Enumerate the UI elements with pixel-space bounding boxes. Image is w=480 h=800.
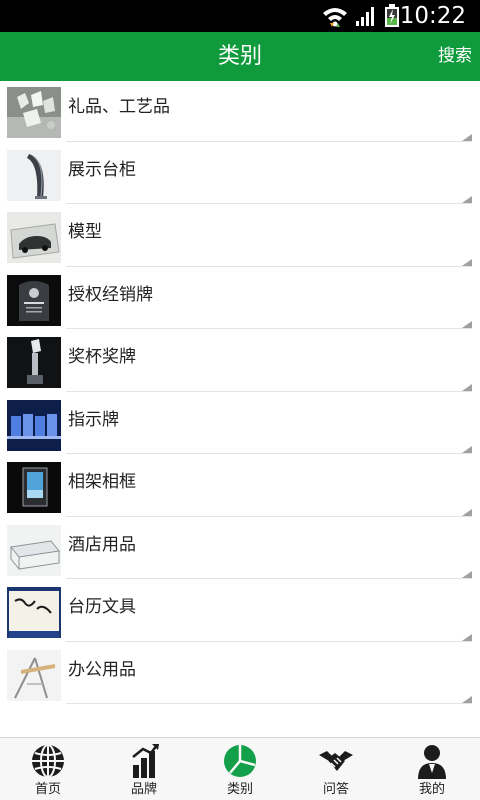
- car-model-thumbnail: [7, 212, 61, 263]
- divider: [66, 515, 472, 517]
- corner-indicator-icon: [462, 571, 472, 578]
- category-label: 授权经销牌: [68, 284, 153, 305]
- corner-indicator-icon: [462, 383, 472, 391]
- divider: [66, 640, 472, 642]
- corner-indicator-icon: [462, 508, 472, 516]
- category-item-display-stands[interactable]: 展示台柜: [0, 144, 480, 207]
- divider: [66, 578, 472, 579]
- category-item-desk-calendar-stationery[interactable]: 台历文具: [0, 581, 480, 644]
- divider: [66, 453, 472, 454]
- battery-charging-icon: [384, 4, 400, 32]
- page-title: 类别: [217, 44, 262, 69]
- dealer-plaque-thumbnail: [7, 274, 61, 326]
- divider: [66, 328, 472, 329]
- hotel-supplies-thumbnail: [7, 524, 61, 576]
- tab-label: 我的: [418, 782, 445, 797]
- signal-icon: [355, 5, 377, 31]
- crystal-crafts-thumbnail: [7, 87, 61, 138]
- category-label: 台历文具: [68, 597, 136, 617]
- divider: [66, 140, 472, 142]
- corner-indicator-icon: [462, 321, 472, 328]
- divider: [66, 390, 472, 392]
- category-item-photo-frames[interactable]: 相架相框: [0, 456, 480, 519]
- tab-brand[interactable]: 品牌: [96, 738, 192, 800]
- category-item-trophies-medals[interactable]: 奖杯奖牌: [0, 331, 480, 394]
- handshake-icon: [319, 751, 353, 771]
- tab-qa[interactable]: 问答: [288, 738, 384, 800]
- office-supplies-thumbnail: [7, 649, 61, 701]
- globe-icon: [32, 744, 64, 778]
- tab-label: 品牌: [130, 782, 157, 797]
- category-item-gifts-crafts[interactable]: 礼品、工艺品: [0, 81, 480, 144]
- divider: [66, 703, 472, 704]
- category-item-office-supplies[interactable]: 办公用品: [0, 644, 480, 707]
- category-label: 酒店用品: [68, 534, 136, 555]
- category-item-dealer-plaques[interactable]: 授权经销牌: [0, 269, 480, 332]
- status-bar: 10:22: [0, 0, 480, 32]
- category-item-hotel-supplies[interactable]: 酒店用品: [0, 519, 480, 582]
- divider: [66, 203, 472, 204]
- bar-chart-icon: [132, 744, 159, 778]
- category-item-signs[interactable]: 指示牌: [0, 394, 480, 457]
- corner-indicator-icon: [462, 196, 472, 203]
- category-item-models[interactable]: 模型: [0, 206, 480, 269]
- status-time: 10:22: [399, 3, 466, 29]
- corner-indicator-icon: [462, 258, 472, 266]
- category-label: 办公用品: [68, 659, 136, 680]
- user-icon: [418, 745, 446, 779]
- tab-label: 问答: [322, 782, 349, 797]
- corner-indicator-icon: [462, 696, 472, 703]
- category-label: 指示牌: [68, 409, 119, 430]
- tab-home[interactable]: 首页: [0, 738, 96, 800]
- bottom-nav: 首页 品牌 类别 问答 我的: [0, 737, 480, 800]
- category-label: 模型: [68, 222, 102, 242]
- category-label: 礼品、工艺品: [68, 97, 170, 117]
- corner-indicator-icon: [462, 633, 472, 641]
- desk-calendar-thumbnail: [7, 587, 61, 638]
- search-button[interactable]: 搜索: [438, 32, 472, 81]
- tab-label: 类别: [226, 782, 253, 797]
- category-label: 相架相框: [68, 472, 136, 492]
- corner-indicator-icon: [462, 446, 472, 453]
- sign-thumbnail: [7, 399, 61, 451]
- photo-frame-thumbnail: [7, 462, 61, 513]
- app-header: 类别 搜索: [0, 32, 480, 81]
- category-label: 奖杯奖牌: [68, 347, 136, 367]
- divider: [66, 265, 472, 267]
- pie-chart-icon: [224, 745, 256, 777]
- wifi-icon: [321, 4, 349, 32]
- display-stand-thumbnail: [7, 149, 61, 201]
- tab-mine[interactable]: 我的: [384, 738, 480, 800]
- trophy-thumbnail: [7, 337, 61, 388]
- tab-category[interactable]: 类别: [192, 738, 288, 800]
- corner-indicator-icon: [462, 133, 472, 141]
- category-list: 礼品、工艺品 展示台柜 模型 授权经销牌 奖杯奖牌 指示牌 相架相框 酒店用品 …: [0, 81, 480, 737]
- category-label: 展示台柜: [68, 159, 136, 180]
- tab-label: 首页: [34, 782, 61, 797]
